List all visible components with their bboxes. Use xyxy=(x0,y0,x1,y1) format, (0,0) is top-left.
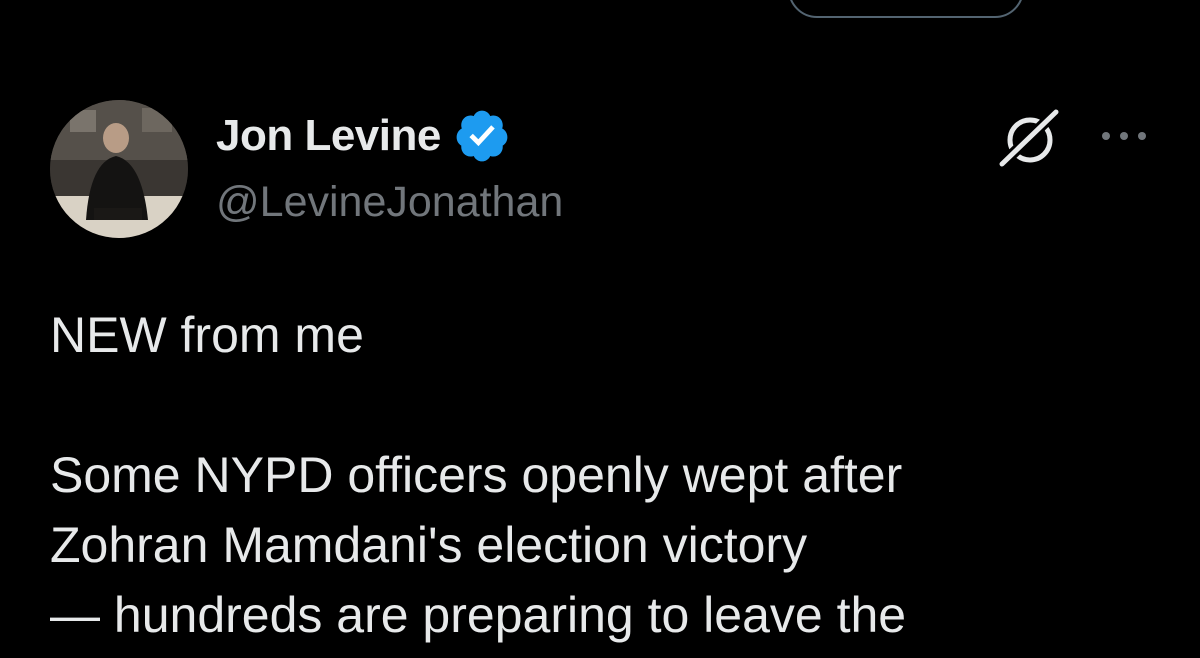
verified-badge-icon xyxy=(456,110,508,162)
follow-button[interactable] xyxy=(788,0,1024,18)
tweet-text-line: — hundreds are preparing to leave the xyxy=(50,587,907,643)
display-name[interactable]: Jon Levine xyxy=(216,111,441,161)
tweet-text-line: NEW from me xyxy=(50,307,364,363)
tweet-text-line: Zohran Mamdani's election victory xyxy=(50,517,808,573)
more-options-icon[interactable] xyxy=(1096,118,1152,154)
tweet-text: NEW from me Some NYPD officers openly we… xyxy=(50,300,1160,650)
author-name-row[interactable]: Jon Levine xyxy=(216,110,511,162)
author-handle[interactable]: @LevineJonathan xyxy=(216,178,563,227)
tweet-text-line: Some NYPD officers openly wept after xyxy=(50,447,903,503)
grok-icon[interactable] xyxy=(996,106,1064,170)
avatar-photo xyxy=(50,100,188,238)
avatar[interactable] xyxy=(50,100,188,238)
